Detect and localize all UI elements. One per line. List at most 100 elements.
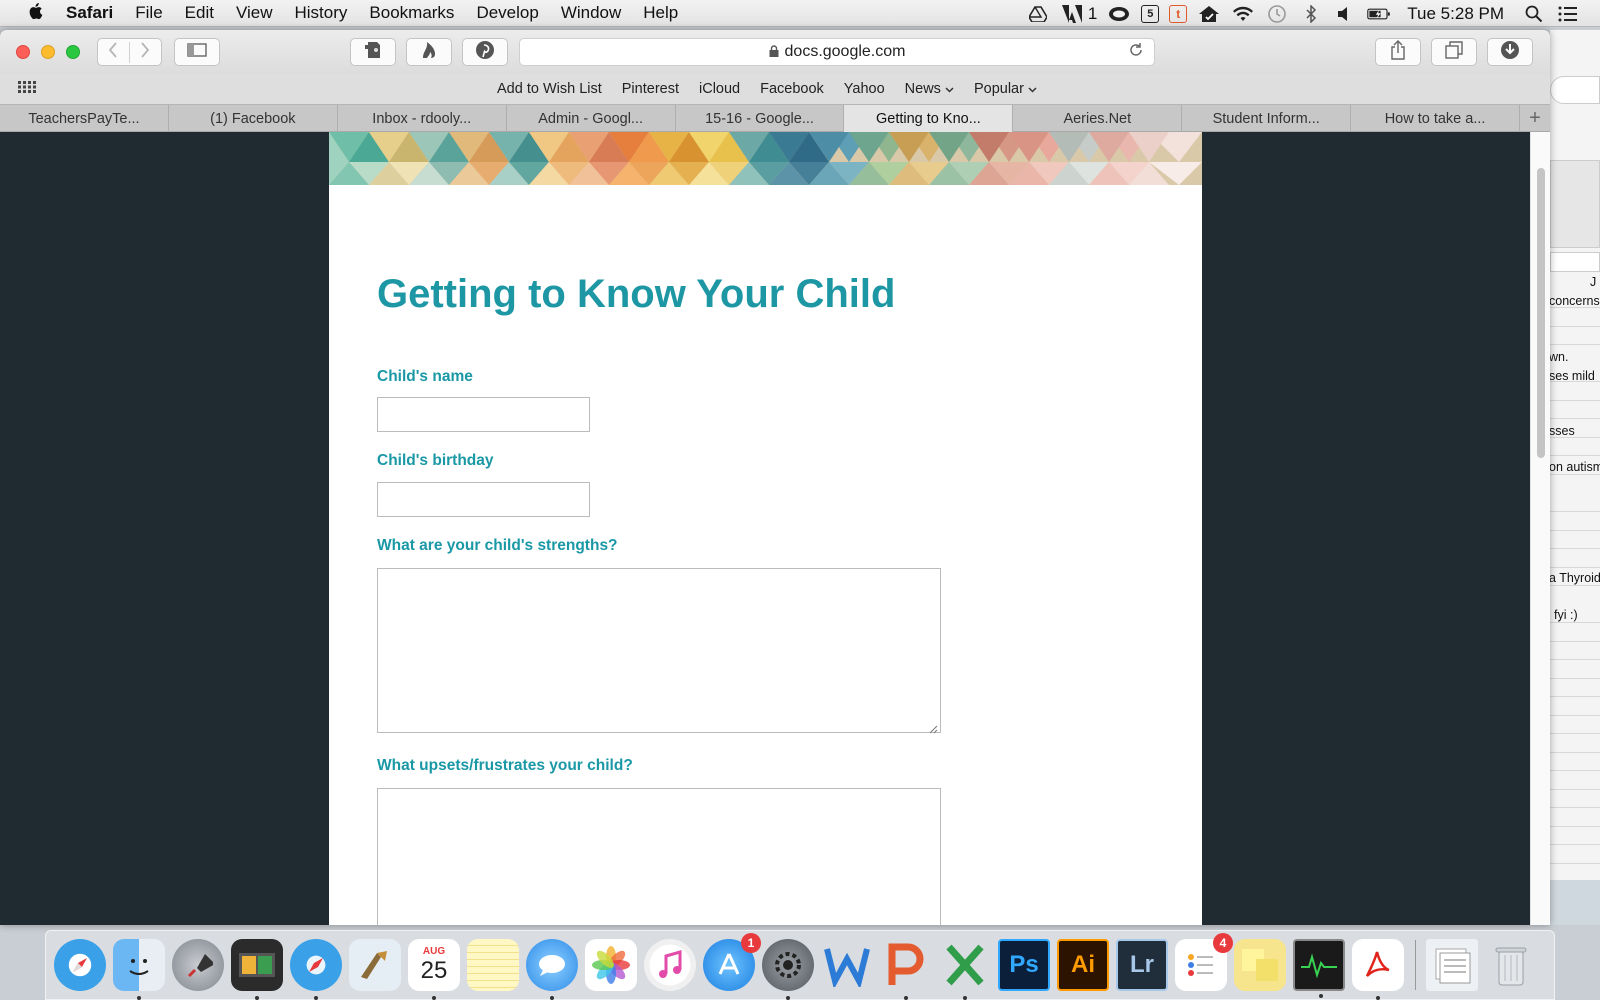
menu-view[interactable]: View <box>236 3 273 23</box>
forward-icon[interactable] <box>130 41 161 63</box>
page-scrollbar[interactable] <box>1530 132 1550 925</box>
tabs-overview-button[interactable] <box>1431 38 1477 66</box>
evernote-icon <box>364 40 382 65</box>
strengths-textarea[interactable] <box>377 568 941 734</box>
dock-activity-monitor-icon[interactable] <box>1293 939 1345 998</box>
dock-launchpad-icon[interactable] <box>172 939 224 991</box>
sheet-cell: wn. <box>1550 350 1569 364</box>
child-birthday-label: Child's birthday <box>377 452 494 469</box>
menu-develop[interactable]: Develop <box>476 3 538 23</box>
menu-help[interactable]: Help <box>643 3 678 23</box>
dock-app-store-icon[interactable]: 1 <box>703 933 761 991</box>
dock-lightroom-icon[interactable]: Lr <box>1116 939 1168 991</box>
tab-teacherspayteachers[interactable]: TeachersPayTe... <box>0 105 169 132</box>
menu-app-name[interactable]: Safari <box>66 3 113 23</box>
new-tab-icon[interactable]: + <box>1520 105 1550 132</box>
google-drive-icon[interactable] <box>1026 4 1050 24</box>
dock-itunes-icon[interactable] <box>644 939 696 991</box>
dock-documents-stack-icon[interactable] <box>1426 939 1478 991</box>
reload-icon[interactable] <box>1128 42 1144 63</box>
dock-finder-icon[interactable] <box>113 939 165 1000</box>
child-birthday-input[interactable] <box>377 482 590 517</box>
dock-separator <box>1415 940 1416 990</box>
dock-safari-icon[interactable] <box>54 939 106 991</box>
time-machine-icon[interactable] <box>1265 4 1289 24</box>
menubar-clock[interactable]: Tue 5:28 PM <box>1407 4 1504 24</box>
favorite-facebook[interactable]: Facebook <box>760 81 824 97</box>
tab-admin-google[interactable]: Admin - Googl... <box>507 105 676 132</box>
dock-messages-icon[interactable] <box>526 939 578 1000</box>
notification-center-icon[interactable] <box>1556 4 1580 24</box>
favorite-pinterest[interactable]: Pinterest <box>622 81 679 97</box>
frustrates-textarea[interactable] <box>377 788 941 925</box>
sidebar-button[interactable] <box>174 38 220 66</box>
back-icon[interactable] <box>98 41 130 63</box>
dock-excel-icon[interactable] <box>939 939 991 1000</box>
pinterest-extension-button[interactable] <box>462 38 508 66</box>
hootsuite-extension-button[interactable] <box>406 38 452 66</box>
dock-image-capture-icon[interactable] <box>231 939 283 1000</box>
evernote-extension-button[interactable] <box>350 38 396 66</box>
background-spreadsheet-window: J concerns wn. ses mild sses on autism a… <box>1550 30 1600 925</box>
address-bar[interactable]: docs.google.com <box>519 38 1155 66</box>
favorite-yahoo[interactable]: Yahoo <box>844 81 885 97</box>
tab-getting-to-know[interactable]: Getting to Kno... <box>844 105 1014 132</box>
tab-15-16-google[interactable]: 15-16 - Google... <box>676 105 845 132</box>
favorite-icloud[interactable]: iCloud <box>699 81 740 97</box>
dock-safari-window-icon[interactable] <box>290 939 342 1000</box>
tab-student-information[interactable]: Student Inform... <box>1182 105 1352 132</box>
menu-bookmarks[interactable]: Bookmarks <box>369 3 454 23</box>
dock-calendar-icon[interactable]: AUG 25 <box>408 939 460 1000</box>
dock-photos-icon[interactable] <box>585 939 637 991</box>
status-area: 1 5 t Tue 5:28 PM <box>1016 0 1580 27</box>
calendar-day: 25 <box>420 957 448 984</box>
dock-notes-icon[interactable] <box>467 939 519 991</box>
favorite-news-folder[interactable]: News <box>905 81 954 97</box>
adobe-icon[interactable] <box>1060 4 1084 24</box>
home-icon[interactable] <box>1197 4 1221 24</box>
downloads-button[interactable] <box>1487 38 1533 66</box>
dock-trash-icon[interactable] <box>1485 939 1537 991</box>
share-button[interactable] <box>1375 38 1421 66</box>
tab-facebook[interactable]: (1) Facebook <box>169 105 338 132</box>
close-window-button[interactable] <box>16 45 30 59</box>
back-forward-group <box>97 38 162 66</box>
top-sites-grid-icon[interactable] <box>18 81 36 95</box>
safari-window: docs.google.com Add to Wish List Pintere… <box>0 30 1550 925</box>
dock-reminders-icon[interactable]: 4 <box>1175 933 1233 991</box>
menu-edit[interactable]: Edit <box>185 3 214 23</box>
tab-inbox[interactable]: Inbox - rdooly... <box>338 105 507 132</box>
tab-how-to-take[interactable]: How to take a... <box>1351 105 1521 132</box>
dock-illustrator-icon[interactable]: Ai <box>1057 939 1109 991</box>
dock-mail-icon[interactable] <box>349 939 401 991</box>
zoom-window-button[interactable] <box>66 45 80 59</box>
tab-aeries-net[interactable]: Aeries.Net <box>1013 105 1183 132</box>
dock-powerpoint-icon[interactable] <box>880 939 932 1000</box>
menu-history[interactable]: History <box>295 3 348 23</box>
five-icon[interactable]: 5 <box>1141 4 1160 23</box>
sidebar-icon <box>187 42 207 62</box>
minimize-window-button[interactable] <box>41 45 55 59</box>
tumblr-icon[interactable]: t <box>1169 4 1188 23</box>
dock-system-preferences-icon[interactable] <box>762 939 814 1000</box>
spotlight-search-icon[interactable] <box>1522 4 1546 24</box>
frustrates-label: What upsets/frustrates your child? <box>377 757 633 774</box>
resize-handle-icon[interactable] <box>929 721 938 734</box>
menu-window[interactable]: Window <box>561 3 621 23</box>
dock-word-icon[interactable] <box>821 939 873 991</box>
apple-menu-icon[interactable] <box>20 2 50 25</box>
bluetooth-icon[interactable] <box>1299 4 1323 24</box>
favorite-popular-folder[interactable]: Popular <box>974 81 1037 97</box>
dock-stickies-icon[interactable] <box>1234 939 1286 991</box>
dock-photoshop-icon[interactable]: Ps <box>998 939 1050 991</box>
scrollbar-thumb[interactable] <box>1537 168 1545 458</box>
dock-acrobat-icon[interactable] <box>1352 939 1404 1000</box>
battery-icon[interactable] <box>1367 4 1391 24</box>
menu-file[interactable]: File <box>135 3 162 23</box>
child-name-input[interactable] <box>377 397 590 432</box>
creative-cloud-icon[interactable] <box>1107 4 1131 24</box>
wifi-icon[interactable] <box>1231 4 1255 24</box>
volume-icon[interactable] <box>1333 4 1357 24</box>
favorite-add-to-wish-list[interactable]: Add to Wish List <box>497 81 602 97</box>
dock: AUG 25 1 Ps Ai Lr 4 <box>45 930 1555 1000</box>
